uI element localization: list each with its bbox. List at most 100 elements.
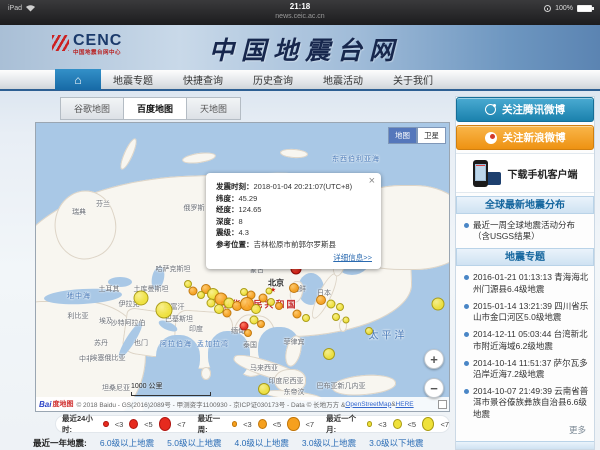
quake-marker[interactable] — [316, 295, 326, 305]
zoom-out-button[interactable]: − — [424, 378, 444, 398]
tencent-weibo-icon — [485, 104, 496, 115]
year-link[interactable]: 3.0级以下地震 — [369, 437, 423, 449]
nav-item[interactable]: 快捷查询 — [183, 72, 223, 87]
quake-marker[interactable] — [156, 302, 173, 319]
map-label: 印度尼西亚 — [269, 376, 304, 386]
ios-status-bar: iPad 21:18 news.ceic.ac.cn 100% — [0, 0, 600, 25]
map-scale-label: 1000 公里 — [131, 383, 163, 390]
map-tab[interactable]: 天地图 — [186, 97, 241, 120]
quake-marker[interactable] — [323, 348, 335, 360]
quake-marker[interactable] — [251, 304, 261, 314]
legend-caption: <7 — [306, 420, 315, 429]
url-bar[interactable]: news.ceic.ac.cn — [0, 12, 600, 21]
popup-field: 参考位置：吉林松原市前郭尔罗斯县 — [216, 239, 372, 251]
map-label: 苏丹 — [94, 338, 108, 348]
map-label: 俄罗斯 — [184, 203, 205, 213]
legend-circle — [103, 421, 108, 427]
quake-marker[interactable] — [289, 283, 299, 293]
global-quakes-header: 全球最新地震分布 — [456, 196, 594, 214]
osm-link[interactable]: OpenStreetMap — [345, 401, 391, 408]
main-nav: ⌂ 地震专题 快捷查询 历史查询 地震活动 关于我们 — [0, 70, 600, 91]
island-arctic-2 — [181, 151, 216, 166]
logo-subtitle: 中国地震台网中心 — [73, 48, 122, 56]
topic-item[interactable]: 2016-01-21 01:13:13 青海海北州门源县6.4级地震 — [462, 272, 590, 294]
nav-item[interactable]: 地震活动 — [323, 72, 363, 87]
sidebar: 关注腾讯微博 关注新浪微博 下载手机客户端 全球最新地震分布 最近一周全球地震活… — [455, 96, 595, 450]
smartphone-icon — [473, 160, 488, 187]
global-quake-item[interactable]: 最近一周全球地震活动分布（含USGS结果） — [462, 220, 590, 242]
map-corner-control[interactable] — [438, 400, 447, 409]
nav-item[interactable]: 关于我们 — [393, 72, 433, 87]
quake-marker[interactable] — [293, 310, 302, 319]
quake-marker[interactable] — [332, 313, 340, 321]
quake-marker[interactable] — [134, 291, 149, 306]
quake-marker[interactable] — [365, 327, 373, 335]
quake-marker[interactable] — [257, 320, 265, 328]
map-label: 哈萨克斯坦 — [156, 264, 191, 274]
map-tab[interactable]: 谷歌地图 — [60, 97, 123, 120]
map-label: 菲律宾 — [284, 337, 305, 347]
quake-marker[interactable] — [343, 317, 350, 324]
popup-close-icon[interactable]: × — [369, 176, 375, 187]
mobile-app-panel[interactable]: 下载手机客户端 — [456, 153, 594, 193]
topic-item[interactable]: 2014-10-14 11:51:37 萨尔瓦多沿岸近海7.2级地震 — [462, 358, 590, 380]
quake-marker[interactable] — [223, 309, 232, 318]
global-quakes-list: 最近一周全球地震活动分布（含USGS结果） — [456, 218, 594, 242]
quake-marker[interactable] — [432, 298, 445, 311]
quake-marker[interactable] — [275, 302, 283, 310]
popup-field: 发震时刻：2018-01-04 20:21:07(UTC+8) — [216, 181, 372, 193]
detail-info-link[interactable]: 详细信息>> — [216, 252, 372, 263]
popup-field: 经度：124.65 — [216, 204, 372, 216]
year-legend: 最近一年地震: 6.0级以上地震5.0级以上地震4.0级以上地震3.0级以上地震… — [33, 437, 423, 449]
sina-weibo-label: 关注新浪微博 — [503, 130, 566, 145]
topic-item[interactable]: 2015-01-14 13:21:39 四川省乐山市金口河区5.0级地震 — [462, 301, 590, 323]
island-arctic-1 — [117, 137, 139, 172]
orientation-lock-icon — [544, 5, 551, 12]
legend-circle — [367, 421, 372, 427]
zoom-in-button[interactable]: + — [424, 349, 444, 369]
quake-marker[interactable] — [267, 298, 275, 306]
quake-marker[interactable] — [258, 383, 270, 395]
map-label: 泰国 — [243, 340, 257, 350]
quake-marker[interactable] — [302, 314, 310, 322]
island-sri-lanka — [201, 367, 211, 380]
year-link[interactable]: 5.0级以上地震 — [167, 437, 221, 449]
next-section-header — [456, 441, 594, 449]
tencent-weibo-button[interactable]: 关注腾讯微博 — [456, 97, 594, 122]
year-link[interactable]: 4.0级以上地震 — [235, 437, 289, 449]
quake-marker[interactable] — [327, 300, 336, 309]
legend-caption: <3 — [243, 420, 252, 429]
year-link[interactable]: 3.0级以上地震 — [302, 437, 356, 449]
logo-acronym: CENC — [73, 33, 122, 48]
nav-item[interactable]: 地震专题 — [113, 72, 153, 87]
legend-label: 最近一个月: — [326, 413, 361, 435]
sina-weibo-button[interactable]: 关注新浪微博 — [456, 125, 594, 150]
baidu-map[interactable]: 东西伯利亚海俄罗斯瑞典芬兰哈萨克斯坦蒙古朝鲜日本土库曼斯坦阿富汗巴基斯坦印度缅甸… — [35, 122, 450, 412]
topic-item[interactable]: 2014-12-11 05:03:44 台湾新北市附近海域6.2级地震 — [462, 329, 590, 351]
map-label: 马来西亚 — [250, 363, 278, 373]
quake-marker[interactable] — [184, 280, 192, 288]
map-tab[interactable]: 百度地图 — [123, 97, 186, 120]
here-link[interactable]: HERE — [396, 401, 414, 408]
legend-circle — [393, 419, 402, 429]
quake-marker[interactable] — [336, 303, 344, 311]
legend-circle — [258, 419, 267, 429]
more-link[interactable]: 更多 — [456, 424, 594, 436]
quake-marker[interactable] — [266, 288, 273, 295]
map-type-map-button[interactable]: 地图 — [388, 127, 417, 144]
map-type-satellite-button[interactable]: 卫星 — [417, 127, 446, 144]
quake-marker[interactable] — [240, 322, 249, 331]
map-provider-tabs: 谷歌地图百度地图天地图 — [60, 97, 241, 120]
quake-info-popup: × 发震时刻：2018-01-04 20:21:07(UTC+8)纬度：45.2… — [206, 173, 381, 269]
quake-marker[interactable] — [197, 291, 205, 299]
map-label: 巴布亚新几内亚 — [317, 381, 366, 391]
year-link[interactable]: 6.0级以上地震 — [100, 437, 154, 449]
legend-circle — [129, 419, 138, 429]
cenc-logo[interactable]: CENC 中国地震台网中心 — [52, 33, 122, 56]
topic-item[interactable]: 2014-10-07 21:49:39 云南省普洱市景谷傣族彝族自治县6.6级地… — [462, 386, 590, 420]
home-button[interactable]: ⌂ — [55, 69, 101, 90]
nav-item[interactable]: 历史查询 — [253, 72, 293, 87]
legend-caption: <7 — [440, 420, 449, 429]
legend-circle — [422, 417, 434, 431]
download-app-label: 下载手机客户端 — [508, 166, 578, 181]
